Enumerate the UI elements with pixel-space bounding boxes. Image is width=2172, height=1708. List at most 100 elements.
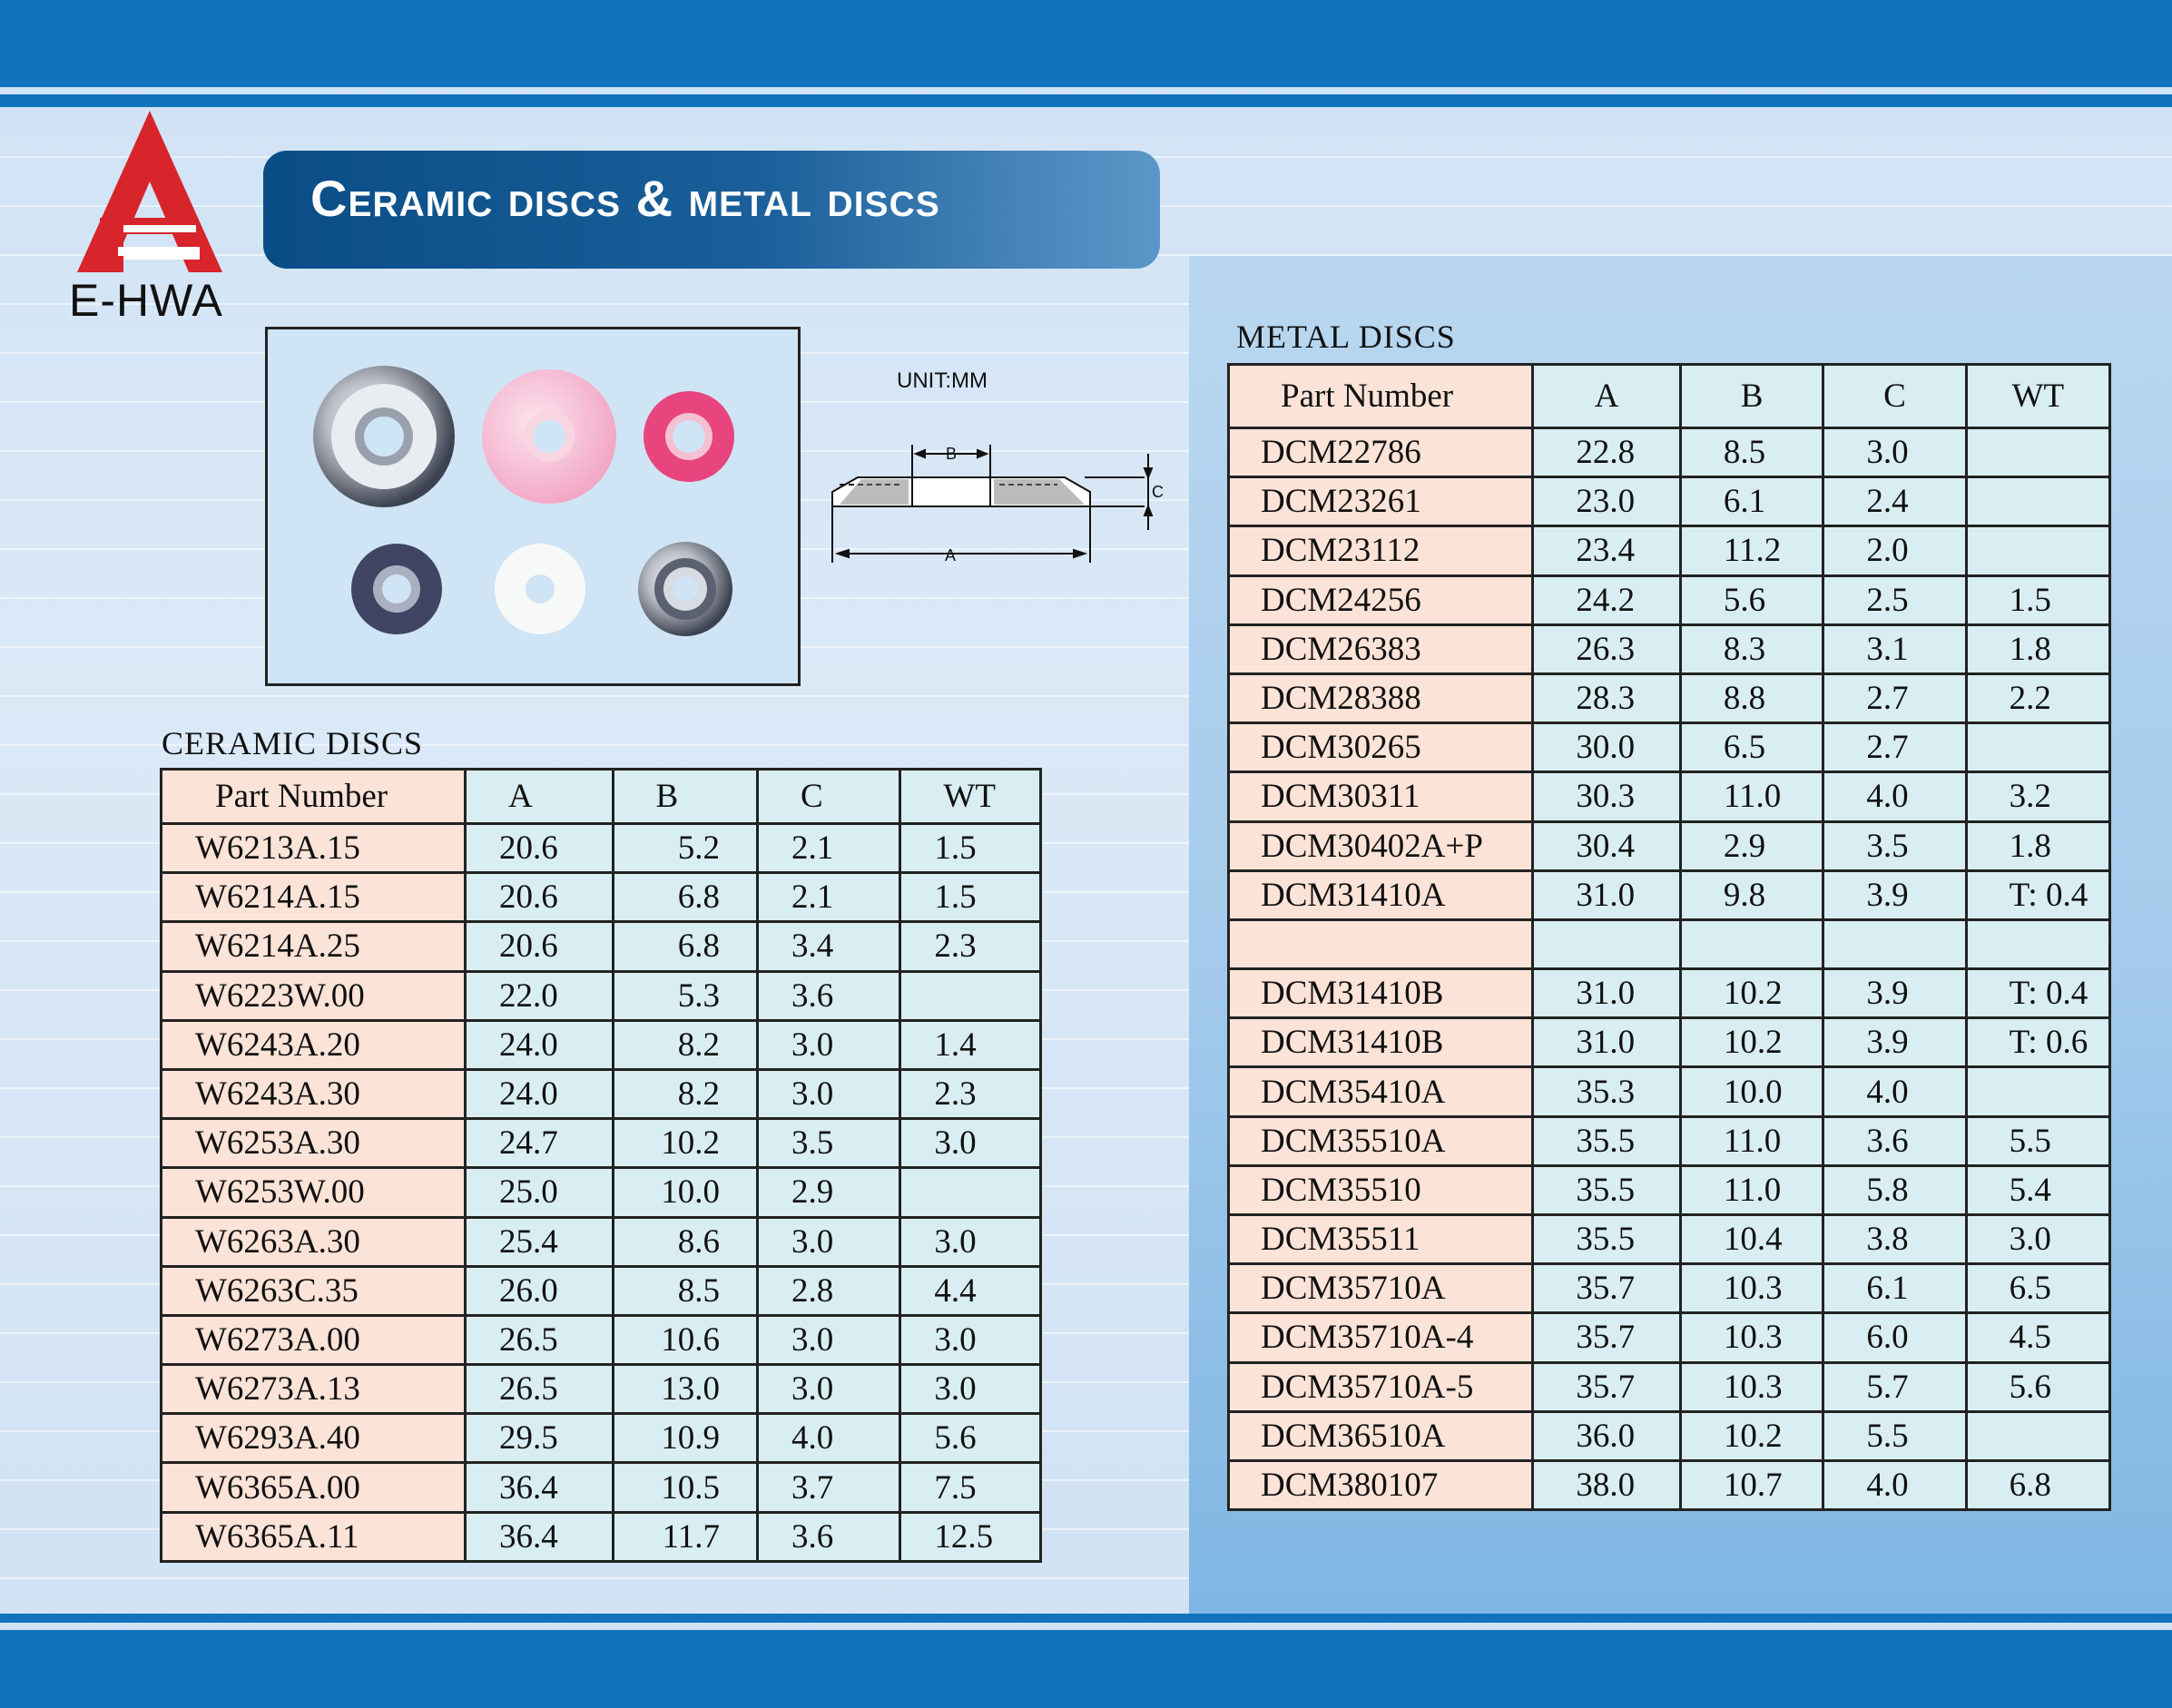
value-cell-a: 24.2: [1531, 574, 1682, 626]
table-row: DCM35510A 35.5 11.0 3.6 5.5: [1226, 1114, 2112, 1167]
table-row: DCM23112 23.4 11.2 2.0: [1226, 525, 2112, 577]
column-header-part-number: Part Number: [159, 768, 467, 825]
table-row: W6263A.30 25.4 8.6 3.0 3.0: [159, 1215, 1042, 1268]
value-cell-a: 26.3: [1531, 623, 1682, 675]
value-cell-b: 8.2: [611, 1067, 760, 1121]
part-number-cell: W6365A.00: [159, 1461, 467, 1514]
value-cell-a: 20.6: [464, 871, 614, 924]
value-cell-a: 26.5: [464, 1313, 614, 1367]
value-cell-wt: 1.8: [1964, 623, 2112, 675]
value-cell-wt: 2.3: [899, 1067, 1042, 1121]
value-cell-b: 5.2: [611, 821, 760, 875]
value-cell-wt: 1.5: [899, 871, 1042, 924]
part-number-cell: W6253A.30: [159, 1117, 467, 1170]
value-cell-wt: [899, 1166, 1042, 1219]
part-number-cell: W6365A.11: [159, 1510, 467, 1563]
part-number-cell: DCM380107: [1226, 1458, 1535, 1512]
part-number-cell: W6243A.20: [159, 1018, 467, 1071]
value-cell-b: 10.2: [611, 1117, 760, 1170]
value-cell-b: 8.8: [1678, 672, 1825, 725]
value-cell-c: 3.0: [756, 1018, 902, 1071]
part-number-cell: W6273A.00: [159, 1313, 467, 1367]
part-number-cell: DCM22786: [1226, 426, 1535, 479]
value-cell-wt: 1.5: [899, 821, 1042, 875]
value-cell-wt: 5.6: [899, 1412, 1042, 1465]
value-cell-wt: [1964, 1409, 2112, 1462]
value-cell-a: 26.0: [464, 1264, 614, 1317]
value-cell-b: 10.4: [1678, 1212, 1825, 1266]
table-row: DCM31410B 31.0 10.2 3.9 T: 0.4: [1226, 967, 2112, 1020]
table-row: W6365A.11 36.4 11.7 3.6 12.5: [159, 1510, 1042, 1563]
value-cell-b: 6.8: [611, 920, 760, 973]
part-number-cell: W6243A.30: [159, 1067, 467, 1121]
value-cell-c: 3.0: [1822, 426, 1968, 479]
value-cell-c: 5.5: [1822, 1409, 1968, 1462]
value-cell-b: 11.2: [1678, 525, 1825, 577]
value-cell-wt: 5.6: [1964, 1360, 2112, 1413]
table-row: DCM31410B 31.0 10.2 3.9 T: 0.6: [1226, 1016, 2112, 1069]
value-cell-c: 3.5: [1822, 820, 1968, 872]
table-row: W6253W.00 25.0 10.0 2.9: [159, 1166, 1042, 1219]
part-number-cell: [1226, 918, 1535, 971]
value-cell-b: 6.8: [611, 871, 760, 924]
product-photo: [265, 327, 801, 686]
value-cell-wt: 3.0: [899, 1117, 1042, 1170]
pink-ceramic-disc-icon: [482, 369, 616, 504]
bottom-rule: [0, 1614, 2172, 1623]
column-header-c: C: [1822, 363, 1968, 429]
value-cell-b: [1678, 918, 1825, 971]
value-cell-a: 38.0: [1531, 1458, 1682, 1512]
part-number-cell: DCM24256: [1226, 574, 1535, 626]
value-cell-wt: 2.3: [899, 920, 1042, 973]
part-number-cell: DCM23261: [1226, 476, 1535, 528]
metal-discs-table: Part Number A B C WT DCM22786 22.8 8.5 3.0 DCM232…: [1226, 363, 2112, 1512]
value-cell-b: 8.5: [1678, 426, 1825, 479]
value-cell-a: 23.4: [1531, 525, 1682, 577]
value-cell-wt: 5.5: [1964, 1114, 2112, 1167]
table-row: W6243A.20 24.0 8.2 3.0 1.4: [159, 1018, 1042, 1071]
value-cell-a: 31.0: [1531, 869, 1682, 921]
value-cell-a: 24.7: [464, 1117, 614, 1170]
column-header-part-number: Part Number: [1226, 363, 1535, 429]
value-cell-b: 10.0: [611, 1166, 760, 1219]
table-row: W6214A.15 20.6 6.8 2.1 1.5: [159, 871, 1042, 924]
value-cell-a: 30.3: [1531, 771, 1682, 823]
value-cell-b: 10.3: [1678, 1262, 1825, 1315]
value-cell-wt: 4.5: [1964, 1311, 2112, 1364]
ceramic-discs-table: Part Number A B C WT W6213A.15 20.6 5.2 2.1 1.5 W6…: [159, 768, 1042, 1563]
value-cell-c: 3.9: [1822, 1016, 1968, 1069]
part-number-cell: DCM35510A: [1226, 1114, 1535, 1167]
part-number-cell: W6263A.30: [159, 1215, 467, 1268]
value-cell-wt: 1.8: [1964, 820, 2112, 872]
table-row: DCM35710A-4 35.7 10.3 6.0 4.5: [1226, 1311, 2112, 1364]
part-number-cell: W6213A.15: [159, 821, 467, 875]
table-row: W6263C.35 26.0 8.5 2.8 4.4: [159, 1264, 1042, 1317]
value-cell-wt: [1964, 525, 2112, 577]
value-cell-c: 2.1: [756, 821, 902, 875]
part-number-cell: DCM35511: [1226, 1212, 1535, 1266]
column-header-a: A: [464, 768, 614, 825]
value-cell-c: 5.8: [1822, 1163, 1968, 1217]
value-cell-b: 13.0: [611, 1363, 760, 1416]
value-cell-b: 11.0: [1678, 1163, 1825, 1217]
value-cell-b: 10.9: [611, 1412, 760, 1465]
value-cell-b: 10.2: [1678, 967, 1825, 1020]
value-cell-b: 6.1: [1678, 476, 1825, 528]
part-number-cell: DCM31410A: [1226, 869, 1535, 921]
value-cell-c: 5.7: [1822, 1360, 1968, 1413]
value-cell-c: 3.0: [756, 1313, 902, 1367]
value-cell-b: 10.6: [611, 1313, 760, 1367]
part-number-cell: DCM23112: [1226, 525, 1535, 577]
metal-disc-icon: [313, 366, 455, 507]
column-header-c: C: [756, 768, 902, 825]
table-row: DCM26383 26.3 8.3 3.1 1.8: [1226, 623, 2112, 675]
value-cell-wt: [1964, 1065, 2112, 1118]
value-cell-c: 3.0: [756, 1067, 902, 1121]
value-cell-c: 3.0: [756, 1363, 902, 1416]
value-cell-c: 3.1: [1822, 623, 1968, 675]
value-cell-wt: T: 0.4: [1964, 869, 2112, 921]
value-cell-c: 3.9: [1822, 869, 1968, 921]
part-number-cell: DCM30311: [1226, 771, 1535, 823]
value-cell-c: 3.6: [1822, 1114, 1968, 1167]
part-number-cell: W6273A.13: [159, 1363, 467, 1416]
